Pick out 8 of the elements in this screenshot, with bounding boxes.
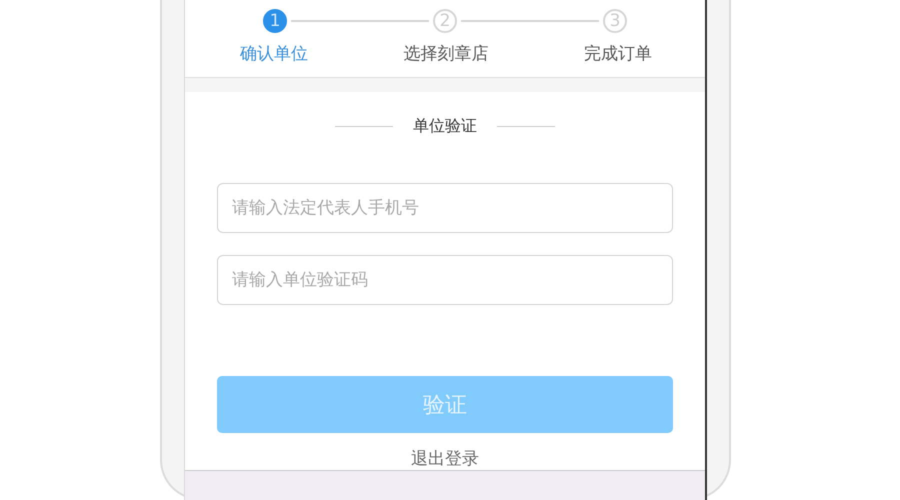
step-label: 选择刻章店 [404,43,488,65]
section-title: 单位验证 [413,116,477,137]
input-field[interactable]: 请输入法定代表人手机号 [217,183,673,233]
step-label: 确认单位 [240,43,308,65]
step-label: 完成订单 [584,43,652,65]
step-number: 1 [263,9,287,33]
input-field[interactable]: 请输入单位验证码 [217,255,673,305]
logout-link[interactable]: 退出登录 [411,447,479,470]
